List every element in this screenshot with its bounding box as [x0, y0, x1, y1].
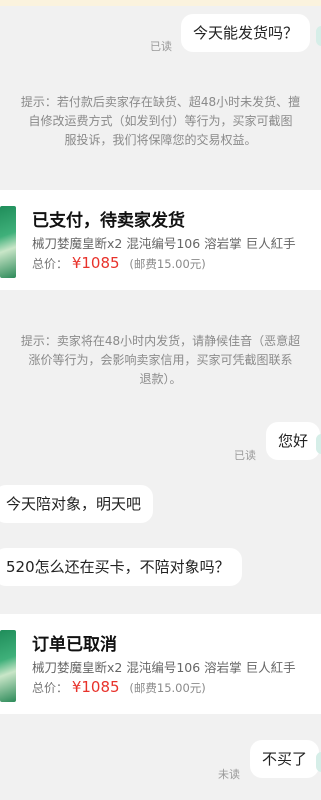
read-status: 已读: [150, 40, 172, 53]
order-status-title: 已支付，待卖家发货: [32, 211, 185, 231]
product-thumbnail: [0, 630, 16, 702]
order-card[interactable]: 订单已取消 械刀婪魔皇断x2 混沌编号106 溶岩掌 巨人紅手 总价： ¥108…: [0, 614, 321, 714]
user-avatar[interactable]: [316, 752, 321, 772]
top-banner-strip: [0, 0, 321, 6]
sent-message-bubble[interactable]: 您好: [266, 422, 321, 460]
shipping-fee: (邮费15.00元): [129, 257, 206, 271]
shipping-fee: (邮费15.00元): [129, 681, 206, 695]
price-label: 总价：: [32, 681, 69, 695]
user-avatar[interactable]: [316, 26, 321, 46]
product-description: 械刀婪魔皇断x2 混沌编号106 溶岩掌 巨人紅手: [32, 660, 296, 675]
price-value: ¥1085: [71, 254, 120, 272]
sent-message-bubble[interactable]: 今天能发货吗？: [181, 14, 311, 52]
received-message-bubble[interactable]: 今天陪对象，明天吧: [0, 485, 154, 523]
system-notice: 提示：若付款后卖家存在缺货、超48小时未发货、擅 自修改运费方式（如发到付）等行…: [20, 95, 301, 147]
received-message-bubble[interactable]: 520怎么还在买卡，不陪对象吗？: [0, 548, 242, 586]
read-status: 已读: [234, 449, 256, 462]
price-row: 总价： ¥1085 (邮费15.00元): [32, 678, 206, 696]
price-value: ¥1085: [71, 678, 120, 696]
user-avatar[interactable]: [316, 434, 321, 454]
product-description: 械刀婪魔皇断x2 混沌编号106 溶岩掌 巨人紅手: [32, 236, 296, 251]
price-label: 总价：: [32, 257, 69, 271]
order-status-title: 订单已取消: [32, 635, 117, 655]
price-row: 总价： ¥1085 (邮费15.00元): [32, 254, 206, 272]
order-card[interactable]: 已支付，待卖家发货 械刀婪魔皇断x2 混沌编号106 溶岩掌 巨人紅手 总价： …: [0, 190, 321, 290]
unread-status: 未读: [218, 768, 240, 781]
product-thumbnail: [0, 206, 16, 278]
system-notice: 提示：卖家将在48小时内发货，请静候佳音（恶意超 涨价等行为，会影响卖家信用，买…: [20, 334, 301, 386]
sent-message-bubble[interactable]: 不买了: [250, 740, 320, 778]
